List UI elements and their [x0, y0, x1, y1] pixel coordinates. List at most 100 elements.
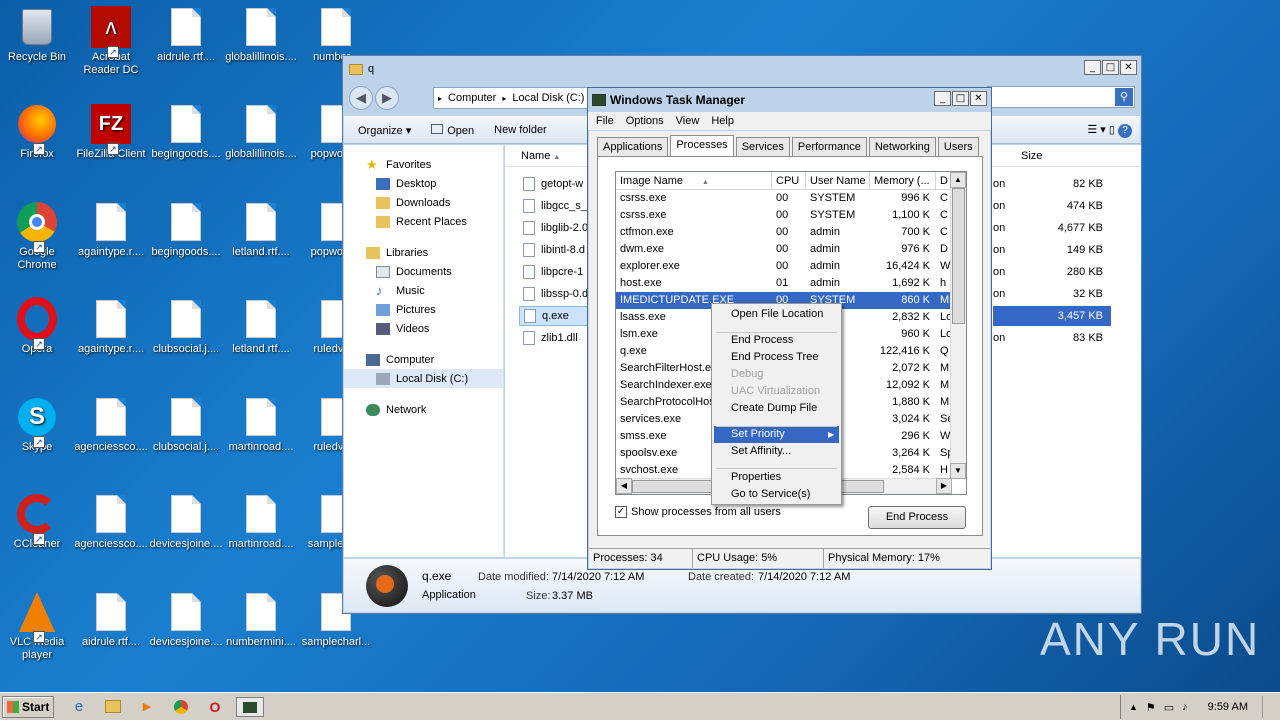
- process-row[interactable]: dwm.exe 00 admin 976 KD: [616, 241, 952, 258]
- desktop-icon-doc[interactable]: aidrule.rtf....: [74, 591, 148, 649]
- nav-desktop[interactable]: Desktop: [344, 174, 503, 193]
- desktop-icon-doc[interactable]: clubsocial.j....: [149, 298, 223, 356]
- desktop-icon-doc[interactable]: clubsocial.j....: [149, 396, 223, 454]
- nav-libraries[interactable]: Libraries: [344, 243, 503, 262]
- desktop-icon-doc[interactable]: numbermini....: [224, 591, 298, 649]
- file-row[interactable]: getopt-w: [519, 174, 583, 194]
- nav-documents[interactable]: Documents: [344, 262, 503, 281]
- column-cpu[interactable]: CPU: [772, 172, 806, 189]
- desktop-icon-doc[interactable]: againtype.r....: [74, 298, 148, 356]
- scroll-down-button[interactable]: ▼: [950, 463, 966, 479]
- menu-view[interactable]: View: [676, 115, 700, 127]
- breadcrumb-local-disk[interactable]: Local Disk (C:): [512, 92, 584, 104]
- file-row[interactable]: zlib1.dll: [519, 328, 578, 348]
- desktop-icon-firefox[interactable]: ↗Firefox: [0, 103, 74, 161]
- desktop-icon-doc[interactable]: begingoods....: [149, 201, 223, 259]
- minimize-button[interactable]: _: [934, 91, 951, 106]
- file-row[interactable]: libpcre-1: [519, 262, 583, 282]
- desktop-icon-doc[interactable]: devicesjoine....: [149, 591, 223, 649]
- desktop-icon-doc[interactable]: agenciessco....: [74, 396, 148, 454]
- back-button[interactable]: ◀: [349, 86, 373, 110]
- desktop-icon-doc[interactable]: letland.rtf....: [224, 298, 298, 356]
- nav-music[interactable]: ♪ Music: [344, 281, 503, 300]
- menu-item-create-dump-file[interactable]: Create Dump File: [714, 400, 839, 417]
- column-memory[interactable]: Memory (...: [870, 172, 936, 189]
- menu-item-open-file-location[interactable]: Open File Location: [714, 306, 839, 323]
- internet-explorer-icon[interactable]: e: [68, 697, 90, 717]
- desktop-icon-filezilla[interactable]: FZ ↗ FileZilla Client: [74, 103, 148, 161]
- menu-help[interactable]: Help: [711, 115, 734, 127]
- menu-item-go-to-service-s[interactable]: Go to Service(s): [714, 486, 839, 503]
- desktop-icon-ccleaner[interactable]: ↗CCleaner: [0, 493, 74, 551]
- scroll-left-button[interactable]: ◀: [616, 478, 632, 494]
- tab-applications[interactable]: Applications: [597, 137, 669, 156]
- process-row[interactable]: ctfmon.exe 00 admin 700 KC: [616, 224, 952, 241]
- clock[interactable]: 9:59 AM: [1208, 701, 1248, 713]
- menu-file[interactable]: File: [596, 115, 614, 127]
- file-row[interactable]: libssp-0.d: [519, 284, 588, 304]
- maximize-button[interactable]: □: [952, 91, 969, 106]
- tab-processes[interactable]: Processes: [670, 135, 734, 156]
- organize-button[interactable]: Organize ▾: [358, 124, 411, 137]
- scroll-right-button[interactable]: ▶: [936, 478, 952, 494]
- desktop-icon-doc[interactable]: devicesjoine....: [149, 493, 223, 551]
- nav-videos[interactable]: Videos: [344, 319, 503, 338]
- file-row[interactable]: libgcc_s_: [519, 196, 587, 216]
- tab-performance[interactable]: Performance: [791, 137, 867, 156]
- chrome-taskbar-icon[interactable]: [170, 697, 192, 717]
- desktop-icon-vlc[interactable]: ↗ VLC media player: [0, 591, 74, 662]
- task-manager-taskbar-icon[interactable]: [236, 697, 264, 717]
- desktop-icon-doc[interactable]: againtype.r....: [74, 201, 148, 259]
- desktop-icon-chrome[interactable]: ↗Google Chrome: [0, 201, 74, 272]
- desktop-icon-doc[interactable]: globalillinois....: [224, 6, 298, 64]
- desktop-icon-doc[interactable]: agenciessco....: [74, 493, 148, 551]
- menu-item-properties[interactable]: Properties: [714, 469, 839, 486]
- column-size[interactable]: Size: [1021, 150, 1042, 162]
- desktop-icon-acrobat[interactable]: ᴧ↗Acrobat Reader DC: [74, 6, 148, 77]
- show-all-processes-checkbox[interactable]: ✓ Show processes from all users: [615, 506, 781, 518]
- task-manager-titlebar[interactable]: Windows Task Manager: [588, 88, 991, 112]
- tab-networking[interactable]: Networking: [868, 137, 936, 156]
- column-user-name[interactable]: User Name: [806, 172, 870, 189]
- menu-item-set-affinity[interactable]: Set Affinity...: [714, 443, 839, 460]
- nav-local-disk[interactable]: Local Disk (C:): [344, 369, 503, 388]
- tab-services[interactable]: Services: [735, 137, 790, 156]
- vertical-scrollbar[interactable]: ▲ ▼: [950, 172, 966, 479]
- process-row[interactable]: host.exe 01 admin 1,692 Kh: [616, 275, 952, 292]
- nav-computer[interactable]: Computer: [344, 350, 503, 369]
- menu-item-set-priority[interactable]: Set Priority: [714, 426, 839, 443]
- close-button[interactable]: ✕: [970, 91, 987, 106]
- menu-options[interactable]: Options: [626, 115, 664, 127]
- file-row[interactable]: libintl-8.d: [519, 240, 585, 260]
- desktop-icon-skype[interactable]: S↗Skype: [0, 396, 74, 454]
- media-player-icon[interactable]: ▶: [136, 697, 158, 717]
- minimize-button[interactable]: _: [1084, 60, 1101, 75]
- nav-pictures[interactable]: Pictures: [344, 300, 503, 319]
- volume-icon[interactable]: ♪: [1182, 701, 1188, 713]
- scroll-thumb[interactable]: [952, 188, 965, 324]
- desktop-icon-recycle[interactable]: Recycle Bin: [0, 6, 74, 64]
- scroll-up-button[interactable]: ▲: [950, 172, 966, 188]
- process-row[interactable]: csrss.exe 00 SYSTEM 1,100 KC: [616, 207, 952, 224]
- open-button[interactable]: Open: [431, 123, 474, 137]
- desktop-icon-doc[interactable]: martinroad....: [224, 493, 298, 551]
- column-image-name[interactable]: Image Name ▲: [616, 172, 772, 189]
- end-process-button[interactable]: End Process: [868, 506, 966, 529]
- show-desktop-button[interactable]: [1262, 696, 1272, 718]
- explorer-taskbar-icon[interactable]: [102, 697, 124, 717]
- maximize-button[interactable]: □: [1102, 60, 1119, 75]
- close-button[interactable]: ✕: [1120, 60, 1137, 75]
- file-row[interactable]: libglib-2.0: [519, 218, 588, 238]
- view-options-icon[interactable]: ☰ ▾ ▯ ?: [1087, 123, 1132, 138]
- menu-item-end-process-tree[interactable]: End Process Tree: [714, 349, 839, 366]
- process-row[interactable]: csrss.exe 00 SYSTEM 996 KC: [616, 190, 952, 207]
- nav-downloads[interactable]: Downloads: [344, 193, 503, 212]
- breadcrumb[interactable]: ▸ Computer ▸ Local Disk (C:): [433, 87, 598, 109]
- desktop-icon-doc[interactable]: martinroad....: [224, 396, 298, 454]
- new-folder-button[interactable]: New folder: [494, 124, 547, 136]
- desktop-icon-opera[interactable]: ↗Opera: [0, 297, 74, 356]
- breadcrumb-computer[interactable]: Computer: [448, 92, 496, 104]
- menu-item-end-process[interactable]: End Process: [714, 332, 839, 349]
- nav-recent-places[interactable]: Recent Places: [344, 212, 503, 231]
- desktop-icon-doc[interactable]: aidrule.rtf....: [149, 6, 223, 64]
